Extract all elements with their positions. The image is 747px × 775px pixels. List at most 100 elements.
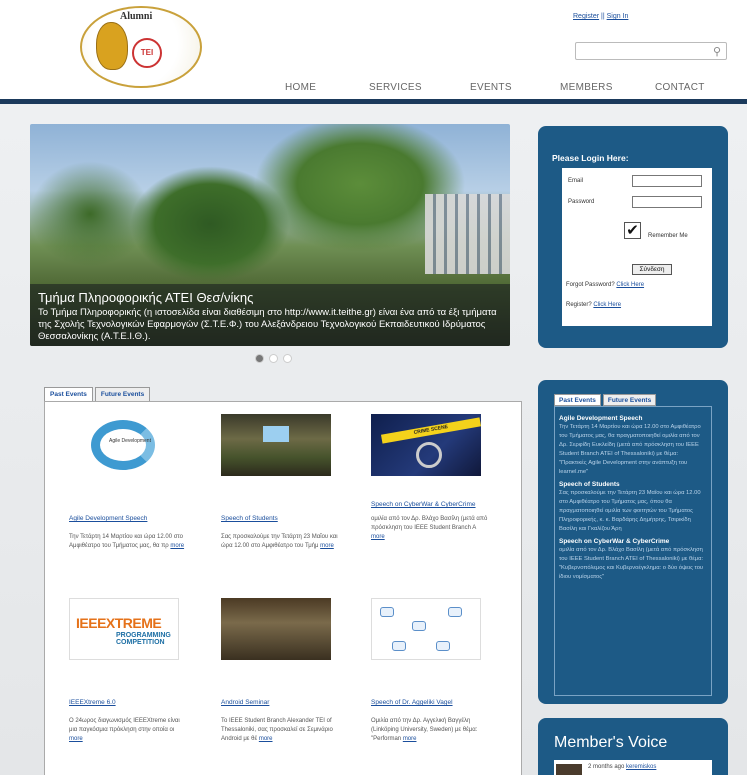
event-card: Android Seminar Το IEEE Student Branch A…	[221, 598, 339, 744]
slider-dot-3[interactable]	[283, 354, 292, 363]
slider-caption: Τμήμα Πληροφορικής ΑΤΕΙ Θεσ/νίκης Το Τμή…	[30, 284, 510, 346]
event-card: IEEEXTREME PROGRAMMING COMPETITION IEEEX…	[69, 598, 187, 744]
password-field[interactable]	[632, 196, 702, 208]
slider-dots	[255, 354, 292, 363]
event-title[interactable]: Speech on CyberWar & CyberCrime	[371, 500, 489, 509]
logo-head-icon	[96, 22, 128, 70]
alumni-logo[interactable]: Alumni TEI	[80, 6, 202, 88]
sidebar-events-panel: Past Events Future Events Agile Developm…	[538, 380, 728, 704]
voice-user-link[interactable]: keremiskos	[626, 764, 656, 770]
event-title[interactable]: IEEEXtreme 6.0	[69, 698, 187, 707]
event-text: Την Τετάρτη 14 Μαρτίου και ώρα 12.00 στο…	[69, 534, 184, 549]
logo-badge: TEI	[132, 38, 162, 68]
signin-link[interactable]: Sign In	[607, 13, 629, 20]
members-voice-title: Member's Voice	[554, 734, 668, 751]
sidebar-event-title[interactable]: Speech on CyberWar & CyberCrime	[559, 537, 707, 546]
sidebar-tab-past-events[interactable]: Past Events	[554, 394, 601, 406]
event-title[interactable]: Speech of Students	[221, 514, 339, 523]
sidebar-event-text: Την Τετάρτη 14 Μαρτίου και ώρα 12.00 στο…	[559, 424, 701, 475]
tab-past-events[interactable]: Past Events	[44, 387, 93, 402]
agile-image-label: Agile Development	[109, 438, 151, 444]
sidebar-event-text: Σας προσκαλούμε την Τετάρτη 23 Μαΐου και…	[559, 490, 701, 532]
nav-events[interactable]: EVENTS	[470, 82, 512, 93]
diagram-image[interactable]	[371, 598, 481, 660]
email-field[interactable]	[632, 175, 702, 187]
sidebar-tab-future-events[interactable]: Future Events	[602, 394, 657, 406]
account-links: Register || Sign In	[573, 13, 628, 20]
register-here-link[interactable]: Click Here	[593, 302, 621, 308]
event-summary: ομιλία από τον Δρ. Βλάχο Βασίλη (μετά απ…	[371, 515, 489, 542]
login-title: Please Login Here:	[552, 153, 629, 163]
more-link[interactable]: more	[403, 736, 417, 742]
more-link[interactable]: more	[320, 543, 334, 549]
event-summary: Την Τετάρτη 14 Μαρτίου και ώρα 12.00 στο…	[69, 533, 187, 551]
voice-time: 2 months ago	[588, 764, 625, 770]
event-text: Το IEEE Student Branch Alexander TEI of …	[221, 718, 333, 742]
slider-dot-1[interactable]	[255, 354, 264, 363]
voice-item: 2 months ago keremiskos	[554, 760, 712, 775]
event-text: ομιλία από τον Δρ. Βλάχο Βασίλη (μετά απ…	[371, 516, 488, 531]
login-button[interactable]: Σύνδεση	[632, 264, 672, 275]
diagram-node	[392, 641, 406, 651]
remember-label: Remember Me	[648, 233, 688, 239]
nav-members[interactable]: MEMBERS	[560, 82, 613, 93]
sidebar-events-tabs: Past Events Future Events	[554, 394, 658, 406]
agile-image[interactable]: Agile Development	[69, 414, 179, 476]
event-summary: Ο 24ωρος διαγωνισμός IEEEXtreme είναι μι…	[69, 717, 187, 744]
event-text: Ομιλία από την Δρ. Αγγελική Βαγγέλη (Lin…	[371, 718, 478, 742]
more-link[interactable]: more	[69, 736, 83, 742]
login-form: Email Password ✔ Remember Me Σύνδεση For…	[562, 168, 712, 326]
more-link[interactable]: more	[170, 543, 184, 549]
magnifier-icon	[416, 442, 442, 468]
more-link[interactable]: more	[259, 736, 273, 742]
event-title[interactable]: Speech of Dr. Aggeliki Vagel	[371, 698, 489, 707]
students-image[interactable]	[221, 414, 331, 476]
forgot-password-text: Forgot Password? Click Here	[566, 282, 644, 288]
members-voice-panel: Member's Voice 2 months ago keremiskos	[538, 718, 728, 775]
image-slider[interactable]: Τμήμα Πληροφορικής ΑΤΕΙ Θεσ/νίκης Το Τμή…	[30, 124, 510, 346]
nav-services[interactable]: SERVICES	[369, 82, 422, 93]
logo-text: Alumni	[120, 11, 153, 22]
sidebar-event-title[interactable]: Agile Development Speech	[559, 414, 707, 423]
slider-dot-2[interactable]	[269, 354, 278, 363]
slider-title: Τμήμα Πληροφορικής ΑΤΕΙ Θεσ/νίκης	[38, 290, 254, 305]
crime-tape: CRIME SCENE	[380, 417, 481, 444]
password-label: Password	[568, 199, 595, 205]
cybercrime-image[interactable]: CRIME SCENE	[371, 414, 481, 476]
register-label: Register?	[566, 302, 592, 308]
sidebar-events-list: Agile Development Speech Την Τετάρτη 14 …	[554, 406, 712, 696]
more-link[interactable]: more	[371, 534, 385, 540]
tab-future-events[interactable]: Future Events	[94, 387, 151, 402]
email-label: Email	[568, 178, 584, 184]
event-card: Agile Development Agile Development Spee…	[69, 414, 187, 551]
events-section: Past Events Future Events Agile Developm…	[44, 387, 522, 775]
android-seminar-image[interactable]	[221, 598, 331, 660]
slider-building	[425, 194, 510, 274]
avatar[interactable]	[556, 764, 582, 775]
forgot-label: Forgot Password?	[566, 282, 615, 288]
links-separator: ||	[599, 13, 607, 20]
diagram-node	[380, 607, 394, 617]
event-text: Ο 24ωρος διαγωνισμός IEEEXtreme είναι μι…	[69, 718, 180, 733]
sidebar-event-title[interactable]: Speech of Students	[559, 480, 707, 489]
search-input[interactable]: ⚲	[575, 42, 727, 60]
main-content: Τμήμα Πληροφορικής ΑΤΕΙ Θεσ/νίκης Το Τμή…	[0, 104, 747, 775]
forgot-password-link[interactable]: Click Here	[616, 282, 644, 288]
event-summary: Σας προσκαλούμε την Τετάρτη 23 Μαΐου και…	[221, 533, 339, 551]
ieeextreme-image[interactable]: IEEEXTREME PROGRAMMING COMPETITION	[69, 598, 179, 660]
search-icon[interactable]: ⚲	[713, 45, 721, 58]
event-title[interactable]: Agile Development Speech	[69, 514, 187, 523]
event-title[interactable]: Android Seminar	[221, 698, 339, 707]
event-summary: Το IEEE Student Branch Alexander TEI of …	[221, 717, 339, 744]
register-link[interactable]: Register	[573, 13, 599, 20]
nav-contact[interactable]: CONTACT	[655, 82, 705, 93]
slider-text: Το Τμήμα Πληροφορικής (η ιστοσελίδα είνα…	[38, 307, 497, 342]
sidebar-event-text: ομιλία από τον Δρ. Βλάχο Βασίλη (μετά απ…	[559, 547, 704, 580]
agile-cycle-icon	[91, 420, 155, 470]
event-card: Speech of Dr. Aggeliki Vagel Ομιλία από …	[371, 598, 489, 744]
diagram-node	[412, 621, 426, 631]
ieeextreme-sub: PROGRAMMING COMPETITION	[116, 632, 171, 646]
ieeextreme-logo: IEEEXTREME	[76, 615, 162, 631]
nav-home[interactable]: HOME	[285, 82, 316, 93]
diagram-node	[436, 641, 450, 651]
